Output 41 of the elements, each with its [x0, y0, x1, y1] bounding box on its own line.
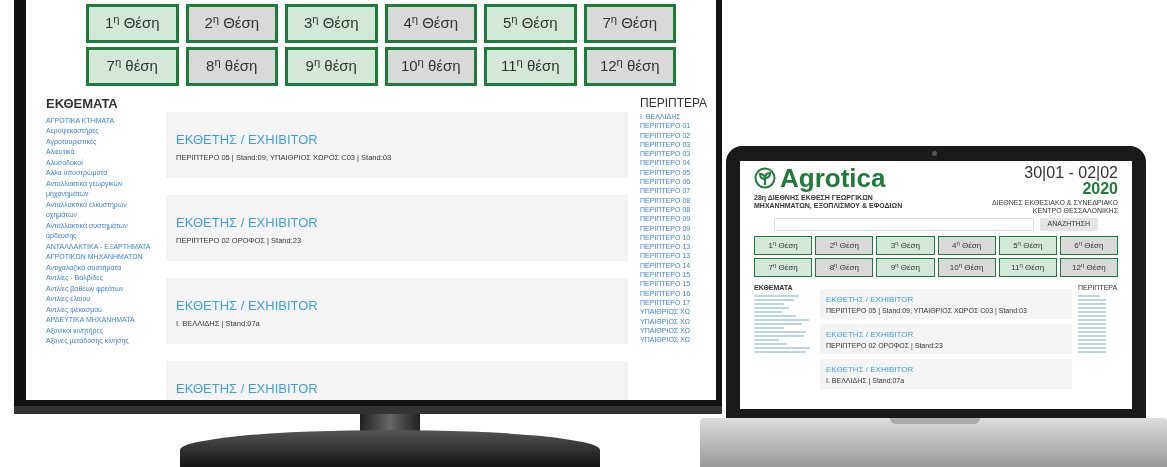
position-button[interactable]: 11$^{η}$ Θέση: [998, 258, 1057, 277]
exhibitor-title: ΕΚΘΕΤΗΣ / EXHIBITOR: [826, 294, 915, 306]
sprout-logo-icon: [754, 167, 776, 189]
position-button[interactable]: 4$^{η}$ Θέση: [384, 4, 477, 43]
position-button[interactable]: 7$^{η}$ Θέση: [583, 4, 676, 43]
position-button[interactable]: 10$^{η}$ Θέση: [937, 258, 996, 277]
exhibitor-title: ΕΚΘΕΤΗΣ / EXHIBITOR: [176, 380, 319, 398]
position-button[interactable]: 1$^{η}$ Θέση: [86, 4, 179, 43]
position-button[interactable]: 11$^{η}$ θέση: [484, 47, 577, 86]
exhibition-year: 2020: [1082, 181, 1118, 197]
exhibitor-title: ΕΚΘΕΤΗΣ / EXHIBITOR: [826, 364, 915, 376]
position-button[interactable]: 2$^{η}$ Θέση: [185, 4, 278, 43]
exhibits-heading: ΕΚΘΕΜΑΤΑ: [46, 95, 119, 113]
exhibitor-title: ΕΚΘΕΤΗΣ / EXHIBITOR: [176, 131, 319, 149]
position-button[interactable]: 5$^{η}$ Θέση: [484, 4, 577, 43]
position-button[interactable]: 7$^{η}$ θέση: [86, 47, 179, 86]
exhibitor-title: ΕΚΘΕΤΗΣ / EXHIBITOR: [176, 297, 319, 315]
position-button[interactable]: 9$^{η}$ θέση: [285, 47, 378, 86]
exhibitor-title: ΕΚΘΕΤΗΣ / EXHIBITOR: [176, 214, 319, 232]
position-button[interactable]: 12$^{η}$ Θέση: [1059, 258, 1118, 277]
blurred-link-list-drawing: [1078, 293, 1108, 354]
position-button[interactable]: 12$^{η}$ θέση: [583, 47, 676, 86]
position-button[interactable]: 6$^{η}$ Θέση: [1059, 236, 1118, 255]
exhibitor-card[interactable]: ΕΚΘΕΤΗΣ / EXHIBITOR: [166, 361, 628, 400]
position-button[interactable]: 4$^{η}$ Θέση: [937, 236, 996, 255]
position-button[interactable]: 8$^{η}$ θέση: [185, 47, 278, 86]
position-button[interactable]: 8$^{η}$ Θέση: [815, 258, 874, 277]
position-button[interactable]: 3$^{η}$ Θέση: [285, 4, 378, 43]
camera-icon: [932, 151, 937, 156]
position-button[interactable]: 2$^{η}$ Θέση: [815, 236, 874, 255]
position-button[interactable]: 7$^{η}$ Θέση: [754, 258, 813, 277]
position-button[interactable]: 5$^{η}$ Θέση: [998, 236, 1057, 255]
search-field[interactable]: [774, 218, 1034, 231]
position-button[interactable]: 9$^{η}$ Θέση: [876, 258, 935, 277]
pavilions-heading: ΠΕΡΙΠΤΕΡΑ: [640, 95, 709, 112]
exhibitor-title: ΕΚΘΕΤΗΣ / EXHIBITOR: [826, 329, 915, 341]
exhibition-dates: 30|01 - 02|02: [1024, 165, 1118, 181]
agrotica-logo-text: Agrotica: [780, 165, 886, 191]
position-button[interactable]: 3$^{η}$ Θέση: [876, 236, 935, 255]
position-button[interactable]: 1$^{η}$ Θέση: [754, 236, 813, 255]
position-button[interactable]: 10$^{η}$ θέση: [384, 47, 477, 86]
